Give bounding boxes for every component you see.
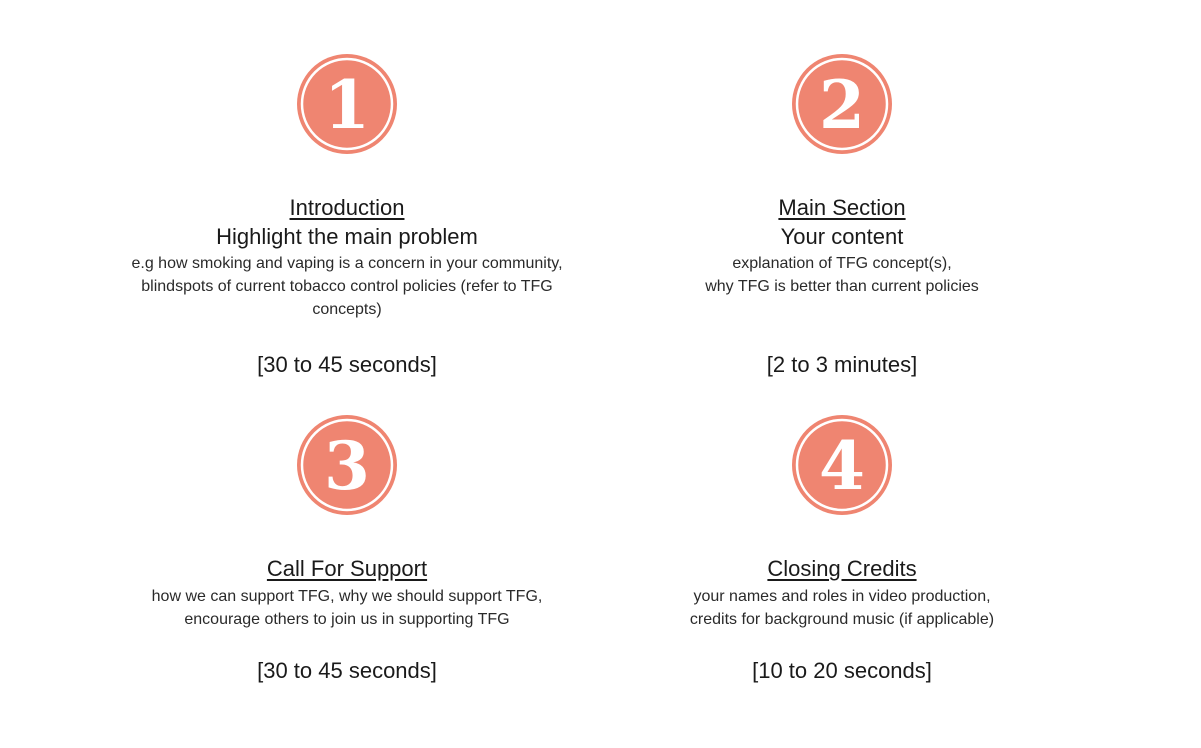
section-heading: Call For Support: [266, 556, 428, 581]
section-call-for-support: Call For Support how we can support TFG,…: [97, 555, 597, 631]
number-badge-3: 3: [297, 415, 397, 515]
badge-number: 2: [819, 66, 865, 144]
section-heading: Main Section: [778, 195, 906, 220]
section-description-line: blindspots of current tobacco control po…: [141, 278, 553, 295]
section-description-line: explanation of TFG concept(s),: [732, 255, 952, 272]
circle-number-2-icon: 2: [792, 54, 892, 154]
section-heading: Closing Credits: [767, 556, 917, 581]
section-description-line: concepts): [312, 301, 382, 318]
section-description-line: encourage others to join us in supportin…: [184, 611, 510, 628]
section-description-line: how we can support TFG, why we should su…: [151, 588, 543, 605]
section-description-line: why TFG is better than current policies: [705, 278, 979, 295]
badge-number: 3: [324, 427, 370, 505]
section-duration: [10 to 20 seconds]: [752, 658, 932, 683]
section-description-line: your names and roles in video production…: [693, 588, 991, 605]
section-main: Main Section Your content explanation of…: [592, 194, 1092, 298]
section-duration: [30 to 45 seconds]: [257, 352, 437, 377]
number-badge-4: 4: [792, 415, 892, 515]
section-closing-credits: Closing Credits your names and roles in …: [592, 555, 1092, 631]
circle-number-3-icon: 3: [297, 415, 397, 515]
circle-number-4-icon: 4: [792, 415, 892, 515]
section-subheading: Your content: [780, 224, 904, 249]
section-description-line: e.g how smoking and vaping is a concern …: [131, 255, 563, 272]
section-subheading: Highlight the main problem: [216, 224, 478, 249]
badge-number: 1: [324, 66, 370, 144]
section-duration: [30 to 45 seconds]: [257, 658, 437, 683]
section-description-line: credits for background music (if applica…: [689, 611, 995, 628]
section-introduction: Introduction Highlight the main problem …: [97, 194, 597, 321]
number-badge-2: 2: [792, 54, 892, 154]
circle-number-1-icon: 1: [297, 54, 397, 154]
section-duration: [2 to 3 minutes]: [766, 352, 918, 377]
section-heading: Introduction: [289, 195, 405, 220]
number-badge-1: 1: [297, 54, 397, 154]
badge-number: 4: [819, 427, 865, 505]
